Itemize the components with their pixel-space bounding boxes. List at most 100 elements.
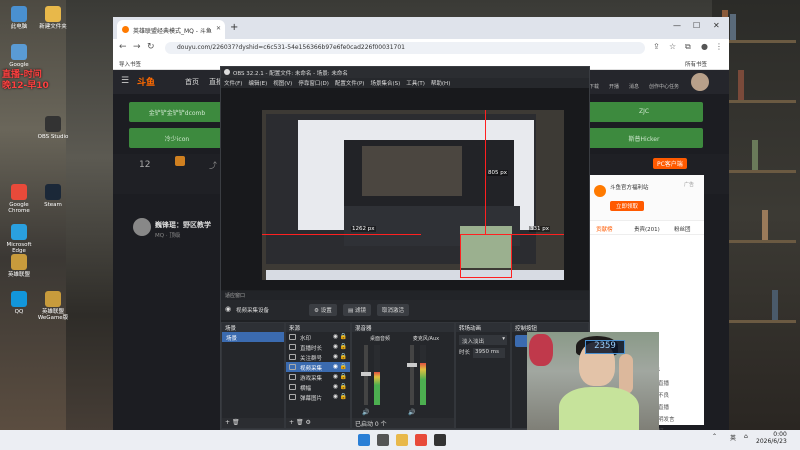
gear-icon[interactable]: ⚙ <box>306 419 311 426</box>
desktop-icon[interactable]: OBS Studio <box>36 116 70 140</box>
tab-contribution[interactable]: 贡献榜 <box>596 225 613 233</box>
obs-menu-item[interactable]: 文件(F) <box>224 81 242 87</box>
obs-menu-item[interactable]: 编辑(E) <box>248 81 267 87</box>
header-action[interactable]: 创作中心 <box>649 83 669 90</box>
new-tab-button[interactable]: + <box>230 22 238 33</box>
green-banner-4[interactable]: 斯普Hicker <box>585 128 703 148</box>
source-item[interactable]: 水印 ◉ 🔒 <box>286 332 350 342</box>
selected-source-box[interactable] <box>460 234 512 278</box>
tray-up-icon[interactable]: ⌃ <box>712 433 717 440</box>
share-icon[interactable]: ⤴ <box>209 160 217 171</box>
obs-preview[interactable]: 805 px 1262 px 331 px <box>221 88 589 290</box>
obs-menu-item[interactable]: 停靠窗口(D) <box>298 81 329 87</box>
maximize-button[interactable]: ☐ <box>693 21 700 30</box>
lock-icon[interactable]: 🔒 <box>340 373 347 380</box>
obs-menu-item[interactable]: 帮助(H) <box>431 81 450 87</box>
obs-menu-item[interactable]: 场景集合(S) <box>370 81 400 87</box>
remove-icon[interactable]: 🗑 <box>296 419 304 426</box>
browser-tab[interactable]: 英雄联盟经典模式_MQ - 斗鱼 ✕ <box>117 20 225 39</box>
desktop-icon[interactable]: 英雄联盟 WeGame版 <box>36 291 70 321</box>
desktop-icon[interactable]: Steam <box>36 184 70 208</box>
reload-icon[interactable]: ↻ <box>147 42 155 52</box>
settings-button[interactable]: ⚙ 设置 <box>309 304 337 316</box>
visibility-eye-icon[interactable]: ◉ <box>333 373 338 380</box>
desktop-icon[interactable]: Google <box>2 44 36 68</box>
url-field[interactable]: douyu.com/226037?dyshid=c6c531-54e156366… <box>165 42 645 54</box>
visibility-eye-icon[interactable]: ◉ <box>333 393 338 400</box>
lock-icon[interactable]: 🔒 <box>340 383 347 390</box>
lock-icon[interactable]: 🔒 <box>340 393 347 400</box>
green-banner-1[interactable]: 金铲铲金铲铲dcomb <box>129 102 225 122</box>
desktop-icon[interactable]: QQ <box>2 291 36 315</box>
clock[interactable]: 0:00 2026/6/23 <box>756 431 787 445</box>
minimize-button[interactable]: — <box>673 21 681 30</box>
volume-slider-knob[interactable] <box>407 363 417 367</box>
extensions-icon[interactable]: ⧉ <box>685 42 691 52</box>
windows-start-icon[interactable] <box>358 434 370 446</box>
search-icon[interactable] <box>377 434 389 446</box>
add-icon[interactable]: + <box>289 419 294 426</box>
close-window-button[interactable]: ✕ <box>713 21 720 30</box>
tab-vip[interactable]: 贵宾(201) <box>634 225 660 233</box>
desktop-icon[interactable]: Google Chrome <box>2 184 36 214</box>
share-icon[interactable]: ⇪ <box>653 42 660 51</box>
scene-item[interactable]: 场景 <box>222 332 284 342</box>
network-icon[interactable]: ⌂ <box>744 433 748 440</box>
header-action[interactable]: 下载 <box>589 83 599 90</box>
lock-icon[interactable]: 🔒 <box>340 333 347 340</box>
volume-track[interactable] <box>410 345 414 405</box>
green-banner-3[interactable]: ZJC <box>585 102 703 122</box>
douyu-logo[interactable]: 斗鱼 <box>137 75 155 88</box>
lang-indicator[interactable]: 英 <box>730 433 736 442</box>
claim-button[interactable]: 立即领取 <box>610 201 645 211</box>
obs-menu-item[interactable]: 视图(V) <box>273 81 292 87</box>
back-icon[interactable]: ← <box>119 42 127 52</box>
speaker-icon[interactable]: 🔊 <box>362 409 369 416</box>
tab-fans[interactable]: 粉丝团 <box>674 225 691 233</box>
chrome-icon[interactable] <box>415 434 427 446</box>
remove-icon[interactable]: 🗑 <box>232 419 240 426</box>
transition-select[interactable]: 淡入淡出 ▾ <box>459 335 507 345</box>
lock-icon[interactable]: 🔒 <box>340 363 347 370</box>
bookmark-star-icon[interactable]: ☆ <box>669 42 676 51</box>
deactivate-button[interactable]: 取消激活 <box>377 304 410 316</box>
all-bookmarks-link[interactable]: 所有书签 <box>685 60 707 68</box>
filters-button[interactable]: ▤ 滤镜 <box>343 304 371 316</box>
lock-icon[interactable]: 🔒 <box>340 343 347 350</box>
hamburger-icon[interactable]: ☰ <box>121 76 129 86</box>
visibility-eye-icon[interactable]: ◉ <box>333 343 338 350</box>
source-item[interactable]: 弹幕图片 ◉ 🔒 <box>286 392 350 402</box>
visibility-eye-icon[interactable]: ◉ <box>333 363 338 370</box>
source-item[interactable]: 横幅 ◉ 🔒 <box>286 382 350 392</box>
visibility-eye-icon[interactable]: ◉ <box>333 333 338 340</box>
speaker-icon[interactable]: 🔊 <box>408 409 415 416</box>
source-item[interactable]: 关注群号 ◉ 🔒 <box>286 352 350 362</box>
header-action[interactable]: 消息 <box>629 83 639 90</box>
source-item[interactable]: 直播时长 ◉ 🔒 <box>286 342 350 352</box>
obs-menu-item[interactable]: 工具(T) <box>406 81 425 87</box>
green-banner-2[interactable]: 冷少icon <box>129 128 225 148</box>
close-tab-icon[interactable]: ✕ <box>216 25 221 32</box>
import-bookmarks-link[interactable]: 导入书签 <box>119 60 141 68</box>
obs-menu-item[interactable]: 配置文件(P) <box>335 81 365 87</box>
lock-icon[interactable]: 🔒 <box>340 353 347 360</box>
source-item[interactable]: 视频采集 ◉ 🔒 <box>286 362 350 372</box>
forward-icon[interactable]: → <box>133 42 141 52</box>
visibility-eye-icon[interactable]: ◉ <box>333 353 338 360</box>
desktop-icon[interactable]: Microsoft Edge <box>2 224 36 254</box>
user-avatar[interactable] <box>691 73 709 91</box>
duration-input[interactable]: 3950 ms <box>473 348 505 358</box>
desktop-icon[interactable]: 英雄联盟 <box>2 254 36 278</box>
header-action[interactable]: 开播 <box>609 83 619 90</box>
volume-slider-knob[interactable] <box>361 372 371 376</box>
desktop-icon[interactable]: 新建文件夹 <box>36 6 70 30</box>
menu-icon[interactable]: ⋮ <box>715 42 723 51</box>
source-item[interactable]: 游戏采集 ◉ 🔒 <box>286 372 350 382</box>
profile-icon[interactable]: ● <box>701 42 708 51</box>
pc-client-button[interactable]: PC客户端 <box>653 158 687 169</box>
streamer-avatar[interactable] <box>133 218 151 236</box>
desktop-icon[interactable]: 此电脑 <box>2 6 36 30</box>
add-icon[interactable]: + <box>225 419 230 426</box>
nav-home[interactable]: 首页 <box>185 77 199 87</box>
header-action[interactable]: 任务 <box>669 83 679 90</box>
